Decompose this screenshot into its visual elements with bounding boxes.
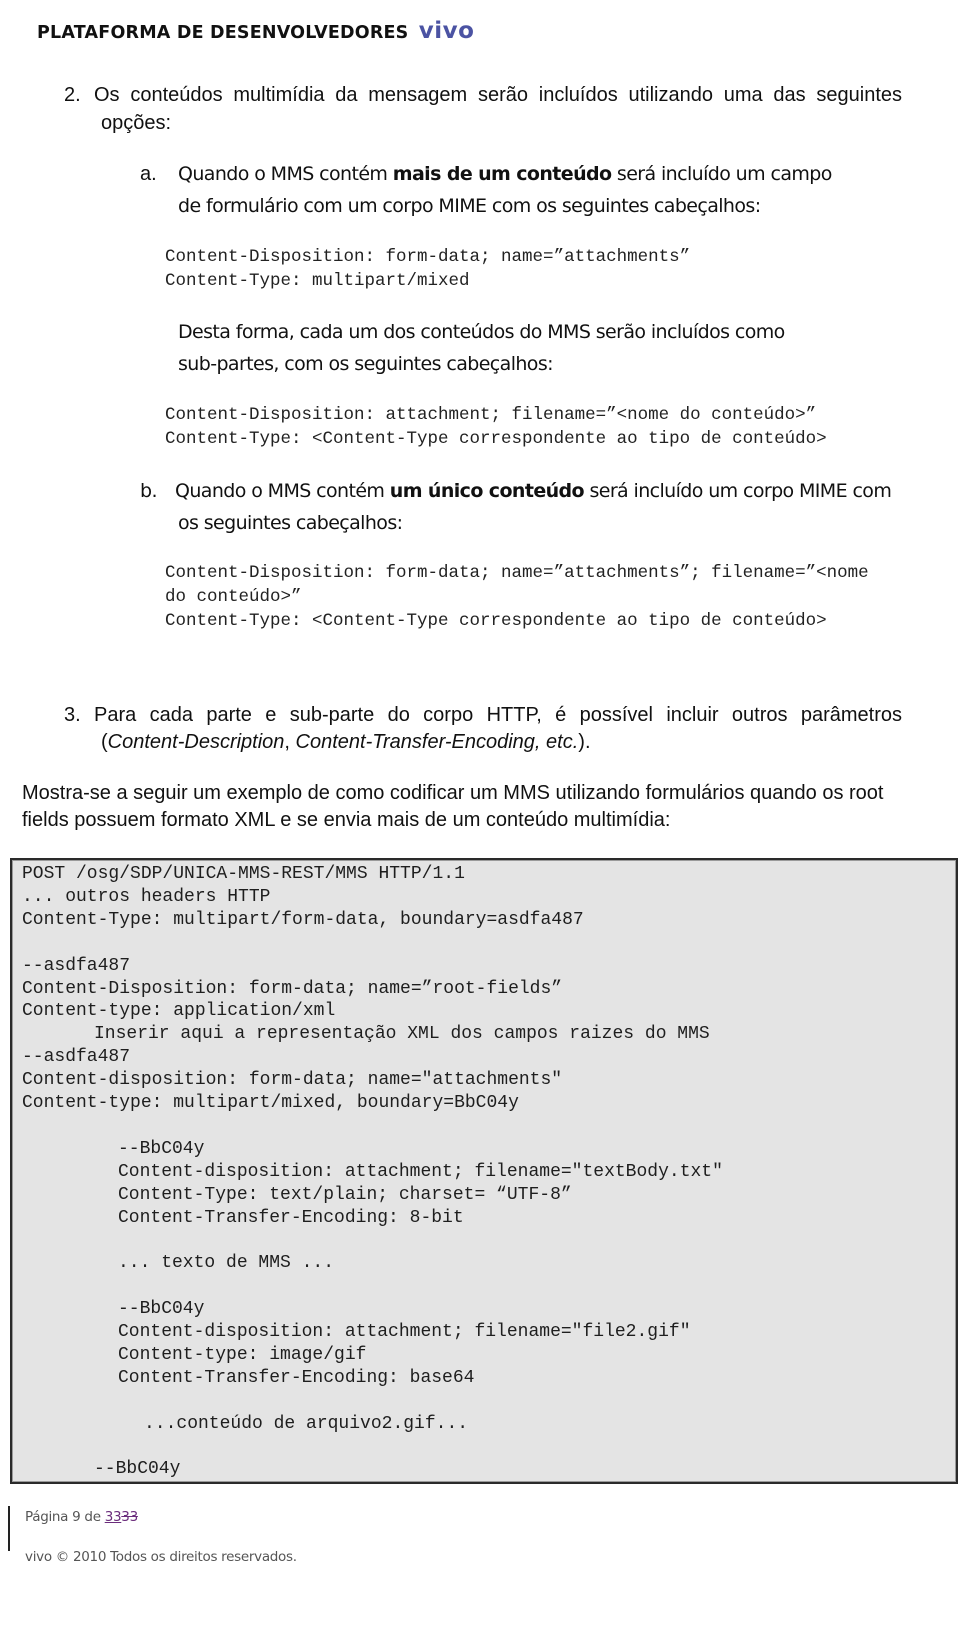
option-a-text-pre: Quando o MMS contém [178, 163, 393, 185]
option-b-text-line2: os seguintes cabeçalhos: [178, 512, 403, 534]
param-content-transfer-encoding: Content-Transfer-Encoding, etc. [295, 731, 579, 753]
code-line: Content-type: image/gif [118, 1344, 367, 1365]
item2-text-line1: Os conteúdos multimídia da mensagem serã… [94, 84, 902, 106]
option-a-emphasis: mais de um conteúdo [392, 163, 612, 185]
option-a-code-line: Content-Type: multipart/mixed [165, 271, 470, 291]
vivo-logo: vivo [418, 18, 475, 44]
code-line: --asdfa487 [22, 955, 131, 976]
option-b-code-line: do conteúdo>” [165, 587, 302, 607]
code-line: Content-disposition: attachment; filenam… [118, 1322, 691, 1342]
code-line: ...conteúdo de arquivo2.gif... [144, 1413, 469, 1434]
option-a-text-line2: de formulário com um corpo MIME com os s… [178, 195, 761, 217]
item3-text-line2: (Content-Description, Content-Transfer-E… [101, 731, 591, 754]
item2-text-line2: opções: [101, 112, 172, 134]
copyright-notice: vivo © 2010 Todos os direitos reservados… [25, 1549, 297, 1565]
code-line: Content-Type: text/plain; charset= “UTF-… [118, 1184, 572, 1205]
list-number-2: 2. [64, 84, 81, 106]
code-line: Content-Type: multipart/form-data, bound… [22, 909, 584, 930]
paren-close: ). [578, 731, 591, 753]
option-b-label: b. [140, 480, 158, 502]
option-a-code-line: Content-Disposition: form-data; name=”at… [165, 247, 691, 267]
page-total-inserted: 33 [104, 1509, 122, 1525]
footer-divider [8, 1506, 10, 1551]
code-line: Content-type: application/xml [22, 1001, 336, 1022]
code-line: Content-disposition: form-data; name="at… [22, 1070, 563, 1091]
subpart-code-line: Content-Disposition: attachment; filenam… [165, 405, 817, 425]
code-line: Content-Transfer-Encoding: base64 [118, 1367, 475, 1388]
code-line: ... texto de MMS ... [118, 1253, 335, 1274]
code-line: --BbC04y [94, 1459, 181, 1480]
code-line: POST /osg/SDP/UNICA-MMS-REST/MMS HTTP/1.… [22, 864, 465, 884]
code-line: Inserir aqui a representação XML dos cam… [94, 1024, 710, 1045]
option-b-text-post: será incluído um corpo MIME com [584, 480, 892, 502]
option-a-text-line1: Quando o MMS contém mais de um conteúdo … [178, 163, 832, 185]
page-total-deleted: 33 [121, 1509, 138, 1525]
page-number-prefix: Página 9 de [25, 1509, 105, 1525]
list-number-3: 3. [64, 704, 81, 726]
page-number: Página 9 de 3333 [25, 1509, 138, 1525]
intro-text-line2: fields possuem formato XML e se envia ma… [22, 809, 671, 831]
subparts-text-line2: sub-partes, com os seguintes cabeçalhos: [178, 353, 554, 375]
intro-text-line1: Mostra-se a seguir um exemplo de como co… [22, 782, 884, 804]
code-line: Content-disposition: attachment; filenam… [118, 1161, 723, 1182]
param-content-description: Content-Description [107, 731, 285, 753]
document-header: PLATAFORMA DE DESENVOLVEDORES vivo [37, 18, 474, 44]
paren-open: ( [101, 731, 108, 753]
option-b-code-line: Content-Disposition: form-data; name=”at… [165, 563, 869, 583]
code-line: --asdfa487 [22, 1047, 131, 1068]
option-b-emphasis: um único conteúdo [389, 480, 585, 502]
code-line: Content-Disposition: form-data; name=”ro… [22, 978, 563, 999]
header-title: PLATAFORMA DE DESENVOLVEDORES [37, 23, 409, 43]
item3-text-line1: Para cada parte e sub-parte do corpo HTT… [94, 704, 902, 726]
option-b-text-pre: Quando o MMS contém [175, 480, 390, 502]
separator: , [284, 731, 296, 753]
code-line: --BbC04y [118, 1138, 205, 1159]
option-a-text-post: será incluído um campo [611, 163, 832, 185]
option-b-text-line1: Quando o MMS contém um único conteúdo se… [175, 480, 892, 502]
example-code-block: POST /osg/SDP/UNICA-MMS-REST/MMS HTTP/1.… [10, 858, 958, 1484]
option-b-code-line: Content-Type: <Content-Type corresponden… [165, 611, 827, 631]
code-line: --BbC04y [118, 1299, 205, 1320]
option-a-label: a. [140, 163, 157, 185]
subparts-text-line1: Desta forma, cada um dos conteúdos do MM… [178, 321, 785, 343]
subpart-code-line: Content-Type: <Content-Type corresponden… [165, 429, 827, 449]
code-line: Content-Transfer-Encoding: 8-bit [118, 1207, 464, 1228]
code-line: Content-type: multipart/mixed, boundary=… [22, 1093, 519, 1113]
code-line: ... outros headers HTTP [22, 886, 271, 907]
